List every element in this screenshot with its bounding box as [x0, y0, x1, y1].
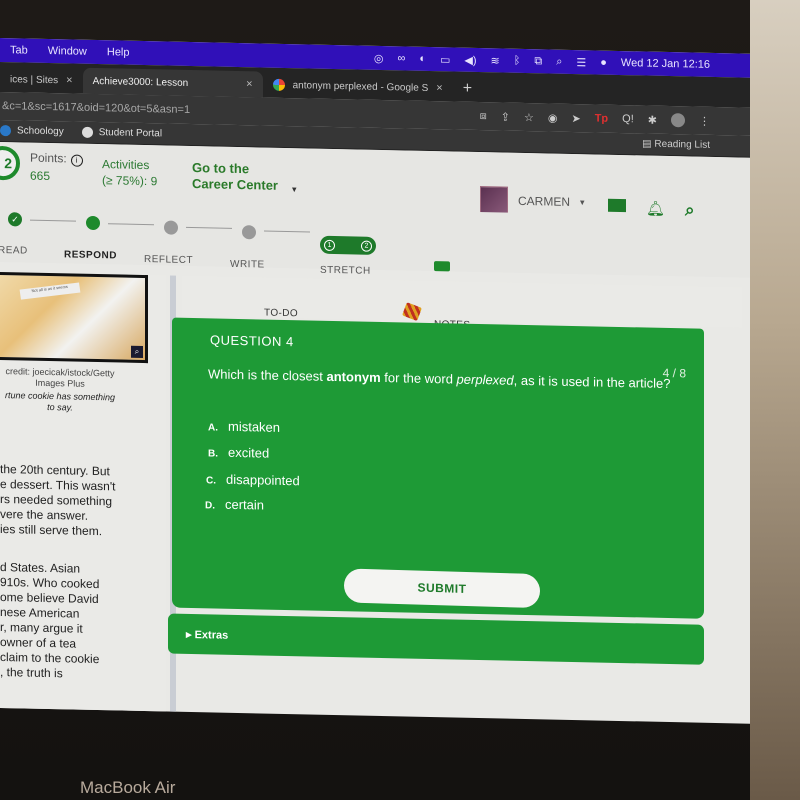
tab-google-search[interactable]: antonym perplexed - Google S × — [263, 72, 453, 102]
tab-achieve3000[interactable]: Achieve3000: Lesson × — [82, 67, 263, 98]
reading-list-button[interactable]: ▤ Reading List — [642, 138, 750, 151]
answer-option-c[interactable]: C. disappointed — [206, 471, 300, 489]
step-label-reflect[interactable]: REFLECT — [144, 254, 193, 266]
background-scene — [750, 0, 800, 800]
spotlight-icon[interactable]: ⌕ — [556, 55, 562, 68]
level-badge: 2 — [0, 145, 20, 181]
image-credit: credit: joecicak/istock/Getty Images Plu… — [5, 366, 115, 389]
image-caption: rtune cookie has something to say. — [4, 390, 116, 413]
bluetooth-icon[interactable]: ᛒ — [514, 55, 521, 67]
chevron-right-icon: ▸ — [186, 628, 192, 642]
google-icon — [272, 78, 285, 91]
answer-option-a[interactable]: A. mistaken — [208, 418, 280, 435]
url-input[interactable]: &c=1&sc=1617&oid=120&ot=5&asn=1 — [0, 100, 480, 122]
step-label-stretch[interactable]: STRETCH — [320, 265, 371, 277]
more-menu-icon[interactable]: ⋮ — [699, 114, 710, 127]
step-connector — [186, 226, 232, 229]
extras-expander[interactable]: ▸ Extras — [168, 613, 704, 665]
close-icon[interactable]: × — [246, 78, 252, 90]
step-connector — [108, 223, 154, 226]
stretch-step-2[interactable]: 2 — [361, 240, 372, 252]
clock[interactable]: Wed 12 Jan 12:16 — [621, 57, 710, 71]
menu-help[interactable]: Help — [97, 46, 140, 59]
volume-icon[interactable]: ◀) — [464, 53, 476, 66]
screen-mirror-icon[interactable]: ⧉ — [534, 55, 542, 68]
screen: Tab Window Help ◎ ∞ ◐ ▭ ◀) ≋ ᛒ ⧉ ⌕ ☰ ● W… — [0, 38, 750, 724]
siri-icon[interactable]: ● — [600, 57, 607, 69]
close-icon[interactable]: × — [436, 82, 442, 94]
points-value: 665 — [30, 168, 51, 184]
zoom-image-icon[interactable]: ⌕ — [131, 345, 143, 358]
article-paragraph: d States. Asian 910s. Who cooked ome bel… — [0, 560, 100, 681]
points-block: Points: i 665 — [30, 151, 83, 184]
stretch-step-1[interactable]: 1 — [324, 239, 335, 251]
article-pane: Not all is as it seems ⌕ credit: joecica… — [0, 272, 170, 724]
printer-icon[interactable] — [434, 261, 450, 272]
device-label: MacBook Air — [80, 778, 176, 797]
fortune-slip: Not all is as it seems — [19, 282, 81, 300]
bookmark-schoology[interactable]: Schoology — [0, 125, 64, 137]
cursor-extension-icon[interactable]: ➤ — [571, 111, 580, 124]
step-connector — [264, 230, 310, 233]
career-dropdown-icon[interactable]: ▾ — [292, 184, 297, 195]
article-paragraph: the 20th century. But e dessert. This wa… — [0, 462, 116, 539]
user-name: CARMEN — [518, 193, 571, 209]
career-center-link[interactable]: Go to the Career Center — [192, 160, 278, 194]
status-tray: ◎ ∞ ◐ ▭ ◀) ≋ ᛒ ⧉ ⌕ ☰ ● Wed 12 Jan 12:16 — [374, 51, 750, 72]
step-label-respond[interactable]: RESPOND — [64, 249, 117, 261]
status-app-icon[interactable]: ◎ — [374, 51, 384, 64]
profile-avatar[interactable] — [671, 113, 685, 128]
schoology-icon — [0, 125, 11, 137]
info-icon[interactable]: i — [70, 154, 83, 167]
answer-option-b[interactable]: B. excited — [208, 444, 269, 461]
bookmark-student-portal[interactable]: Student Portal — [81, 126, 162, 139]
translate-icon[interactable]: ⧈ — [480, 110, 487, 123]
pencil-icon — [402, 302, 422, 322]
submit-button[interactable]: SUBMIT — [343, 568, 541, 609]
tab-todo[interactable]: TO-DO — [264, 308, 298, 320]
activities-value: (≥ 75%): 9 — [102, 173, 158, 189]
wifi-icon[interactable]: ≋ — [491, 54, 500, 67]
sync-icon[interactable]: ◐ — [419, 53, 426, 65]
step-label-read[interactable]: READ — [0, 245, 28, 257]
puzzle-icon[interactable]: ✱ — [648, 113, 657, 126]
bookmark-star-icon[interactable]: ☆ — [524, 110, 534, 123]
globe-icon — [81, 126, 93, 138]
battery-icon[interactable]: ▭ — [440, 53, 450, 66]
chevron-down-icon: ▾ — [580, 196, 585, 207]
creative-cloud-icon[interactable]: ∞ — [397, 52, 405, 64]
step-respond-dot[interactable] — [86, 215, 100, 231]
new-tab-button[interactable]: + — [453, 79, 482, 102]
reading-list-icon: ▤ — [642, 138, 655, 150]
step-read-dot[interactable]: ✓ — [8, 212, 22, 227]
close-icon[interactable]: × — [66, 74, 72, 86]
step-stretch-pill[interactable]: 1 2 — [320, 235, 376, 255]
tab-sites[interactable]: ices | Sites × — [0, 66, 83, 94]
q-extension-icon[interactable]: Q! — [622, 113, 634, 125]
browser-toolbar: ⧈ ⇪ ☆ ◉ ➤ Tp Q! ✱ ⋮ — [480, 109, 750, 129]
question-card: QUESTION 4 4 / 8 Which is the closest an… — [172, 317, 704, 619]
extension-icon[interactable]: ◉ — [548, 111, 558, 124]
answer-option-d[interactable]: D. certain — [205, 496, 264, 513]
step-write-dot[interactable] — [242, 225, 256, 240]
question-text: Which is the closest antonym for the wor… — [208, 366, 671, 392]
menu-tab[interactable]: Tab — [0, 44, 38, 57]
step-reflect-dot[interactable] — [164, 220, 178, 235]
menu-window[interactable]: Window — [38, 45, 97, 58]
article-image[interactable]: Not all is as it seems ⌕ — [0, 272, 148, 364]
question-title: QUESTION 4 — [210, 332, 294, 350]
control-center-icon[interactable]: ☰ — [576, 56, 586, 69]
user-avatar — [480, 186, 508, 215]
step-connector — [30, 219, 76, 222]
share-icon[interactable]: ⇪ — [501, 110, 510, 123]
activities-block: Activities (≥ 75%): 9 — [102, 157, 158, 189]
mail-icon[interactable] — [608, 198, 626, 213]
tp-extension-icon[interactable]: Tp — [595, 112, 608, 124]
step-label-write[interactable]: WRITE — [230, 259, 265, 271]
